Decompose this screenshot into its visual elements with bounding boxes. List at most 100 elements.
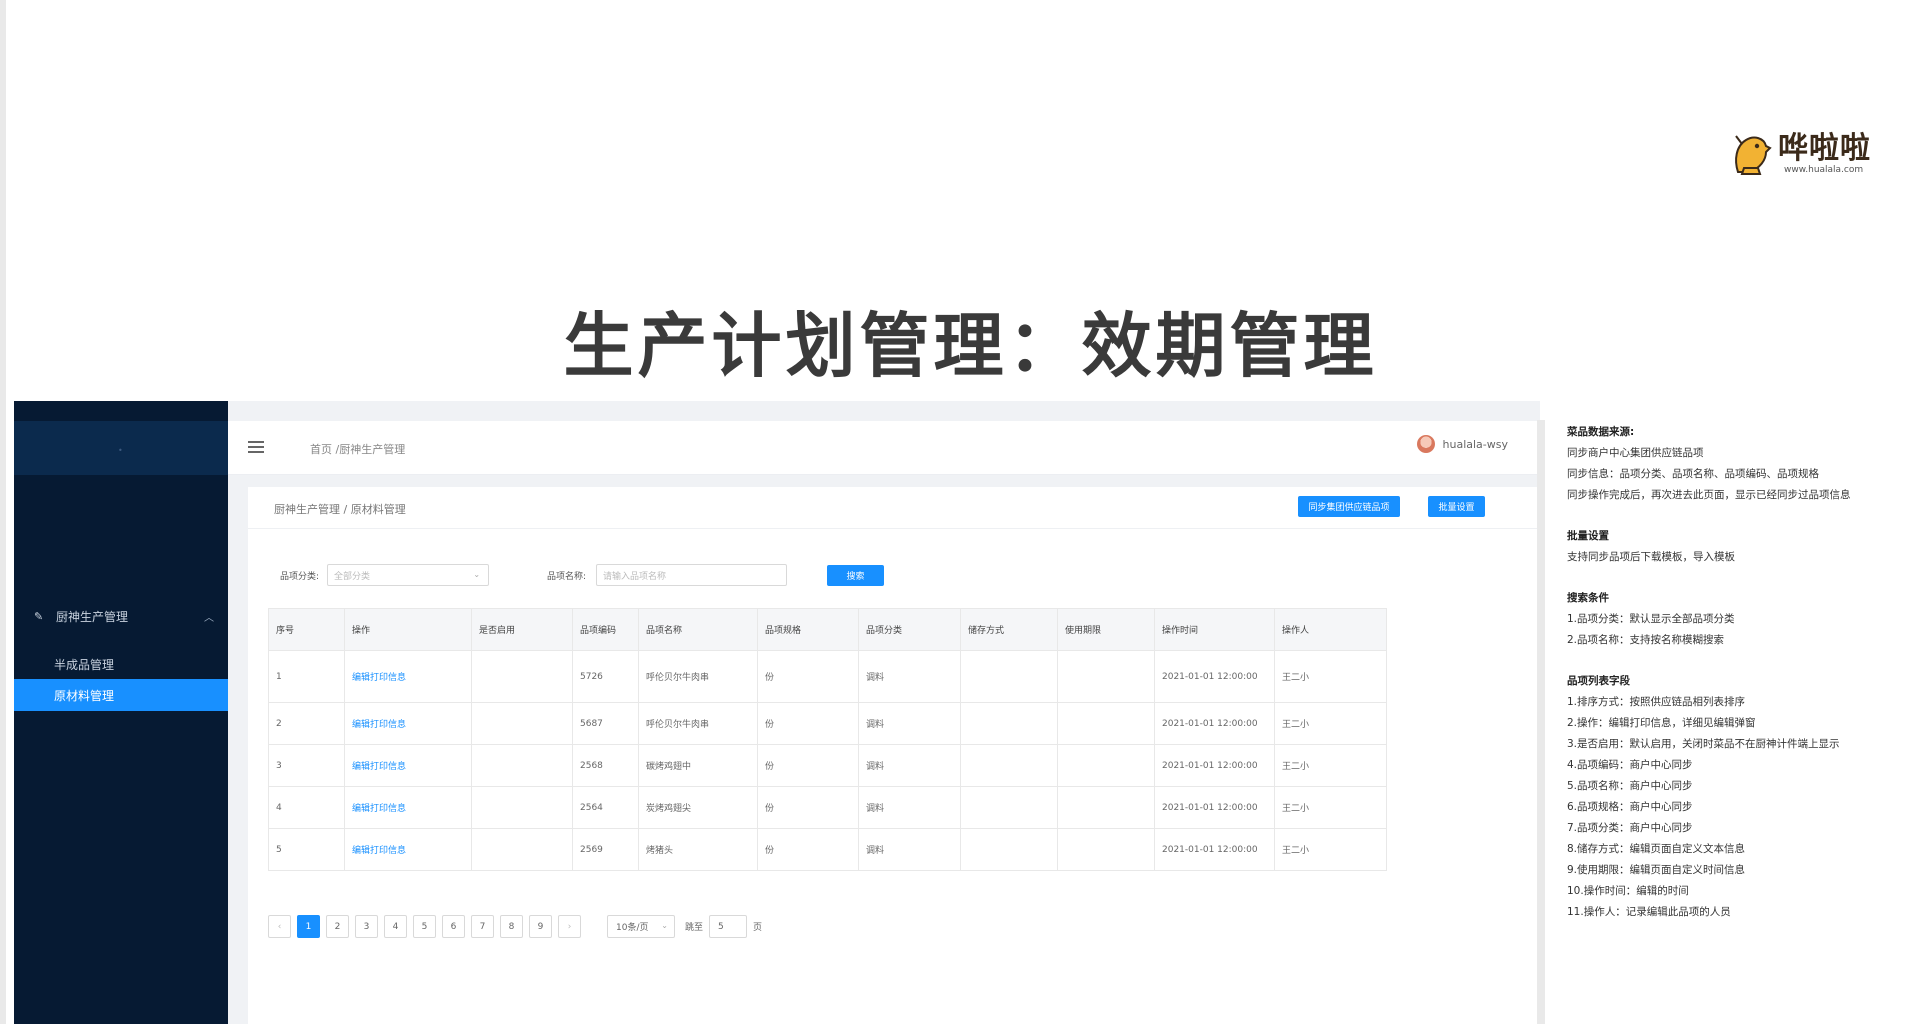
batch-settings-button[interactable]: 批量设置 [1428,496,1485,517]
note-line: 2.品项名称：支持按名称模糊搜索 [1567,634,1725,646]
sidebar-item-semi-finished[interactable]: 半成品管理 [14,648,228,680]
enabled-toggle-cell[interactable] [471,828,573,871]
page-button-2[interactable]: 2 [326,915,349,938]
table-cell [1057,828,1155,871]
prev-page-button[interactable]: ‹ [268,915,291,938]
table-cell [1057,650,1155,703]
note-line: 2.操作：编辑打印信息，详细见编辑弹窗 [1567,717,1756,729]
edit-print-info-link[interactable]: 编辑打印信息 [344,702,472,745]
jump-page-input[interactable]: 5 [709,915,748,938]
page-breadcrumb: 厨神生产管理 / 原材料管理 [274,503,406,516]
breadcrumb[interactable]: 首页 /厨神生产管理 [310,441,405,457]
top-bar: 首页 /厨神生产管理 hualala-wsy [228,421,1540,475]
edit-print-info-link[interactable]: 编辑打印信息 [344,744,472,787]
page-button-7[interactable]: 7 [471,915,494,938]
table-cell: 4 [268,786,345,829]
page-button-3[interactable]: 3 [355,915,378,938]
jump-suffix: 页 [753,923,763,933]
edit-print-info-link[interactable]: 编辑打印信息 [344,786,472,829]
column-header[interactable]: 序号 [268,608,345,651]
table-cell: 2021-01-01 12:00:00 [1154,744,1275,787]
table-cell: 调料 [858,650,961,703]
table-cell [960,650,1058,703]
sidebar-item-raw-materials[interactable]: 原材料管理 [14,679,228,711]
column-header[interactable]: 操作 [344,608,472,651]
page-button-1[interactable]: 1 [297,915,320,938]
table-row: 2 编辑打印信息 5687 呼伦贝尔牛肉串 份 调料 2021-01-01 12… [268,702,1387,745]
brand-logo: 哗啦啦 www.hualala.com [1730,128,1890,180]
table-cell [1057,744,1155,787]
page-button-8[interactable]: 8 [500,915,523,938]
table-cell: 王二小 [1274,786,1387,829]
enabled-toggle-cell[interactable] [471,786,573,829]
page-button-4[interactable]: 4 [384,915,407,938]
table-row: 4 编辑打印信息 2564 炭烤鸡翅尖 份 调料 2021-01-01 12:0… [268,786,1387,829]
note-line: 同步商户中心集团供应链品项 [1567,447,1704,459]
sidebar-group-label: 厨神生产管理 [56,609,129,624]
edit-print-info-link[interactable]: 编辑打印信息 [344,828,472,871]
sidebar-group-kitchen-production[interactable]: ✎ 厨神生产管理 ︿ [14,603,228,629]
table-cell: 王二小 [1274,702,1387,745]
column-header[interactable]: 操作时间 [1154,608,1275,651]
chevron-down-icon: ⌄ [661,921,668,930]
page-size-select[interactable]: 10条/页 ⌄ [607,915,675,938]
slide-edge [0,0,6,1024]
table-cell: 2021-01-01 12:00:00 [1154,828,1275,871]
note-line: 3.是否启用：默认启用，关闭时菜品不在厨神计件端上显示 [1567,738,1840,750]
sync-supply-items-button[interactable]: 同步集团供应链品项 [1298,496,1400,517]
table-cell [960,786,1058,829]
duck-logo-icon [1735,135,1772,175]
table-cell: 3 [268,744,345,787]
enabled-toggle-cell[interactable] [471,744,573,787]
menu-toggle-icon[interactable] [248,441,264,455]
name-filter: 品项名称: 请输入品项名称 [547,563,788,587]
page-button-6[interactable]: 6 [442,915,465,938]
logo-url: www.hualala.com [1784,165,1864,175]
note-line: 同步信息：品项分类、品项名称、品项编码、品项规格 [1567,468,1819,480]
table-cell: 呼伦贝尔牛肉串 [638,650,758,703]
enabled-toggle-cell[interactable] [471,702,573,745]
note-line: 支持同步品项后下载模板，导入模板 [1567,551,1735,563]
table-cell: 调料 [858,744,961,787]
column-header[interactable]: 品项规格 [757,608,859,651]
note-heading: 搜索条件 [1567,592,1609,604]
column-header[interactable]: 储存方式 [960,608,1058,651]
table-cell: 王二小 [1274,650,1387,703]
enabled-toggle-cell[interactable] [471,650,573,703]
table-cell: 2568 [572,744,639,787]
table-cell: 份 [757,744,859,787]
column-header[interactable]: 品项编码 [572,608,639,651]
pagination: ‹ 1 2 3 4 5 6 7 8 9 › 10条/页 ⌄ 跳至 5 页 [268,915,762,938]
note-line: 同步操作完成后，再次进去此页面，显示已经同步过品项信息 [1567,489,1851,501]
chevron-down-icon: ⌄ [473,570,481,579]
edit-icon: ✎ [34,609,44,623]
table-cell [1057,702,1155,745]
table-cell: 2021-01-01 12:00:00 [1154,786,1275,829]
table-cell: 炭烤鸡翅尖 [638,786,758,829]
column-header[interactable]: 品项名称 [638,608,758,651]
sidebar-item-label: 原材料管理 [54,688,115,703]
column-header[interactable]: 使用期限 [1057,608,1155,651]
page-size-value: 10条/页 [616,923,649,933]
column-header[interactable]: 操作人 [1274,608,1387,651]
table-cell [1057,786,1155,829]
sidebar-header: • [14,421,228,475]
table-cell: 份 [757,786,859,829]
column-header[interactable]: 是否启用 [471,608,573,651]
table-cell: 烤猪头 [638,828,758,871]
next-page-button[interactable]: › [558,915,581,938]
note-heading: 批量设置 [1567,530,1609,542]
column-header[interactable]: 品项分类 [858,608,961,651]
name-search-input[interactable]: 请输入品项名称 [596,564,788,586]
page-button-5[interactable]: 5 [413,915,436,938]
table-cell: 碳烤鸡翅中 [638,744,758,787]
sidebar-item-label: 半成品管理 [54,657,115,672]
note-line: 1.品项分类：默认显示全部品项分类 [1567,613,1735,625]
edit-print-info-link[interactable]: 编辑打印信息 [344,650,472,703]
user-menu[interactable]: hualala-wsy [1416,435,1508,453]
search-button[interactable]: 搜索 [827,565,884,586]
category-select[interactable]: 全部分类 ⌄ [327,564,490,586]
table-cell: 份 [757,702,859,745]
page-button-9[interactable]: 9 [529,915,552,938]
table-row: 1 编辑打印信息 5726 呼伦贝尔牛肉串 份 调料 2021-01-01 12… [268,650,1387,703]
